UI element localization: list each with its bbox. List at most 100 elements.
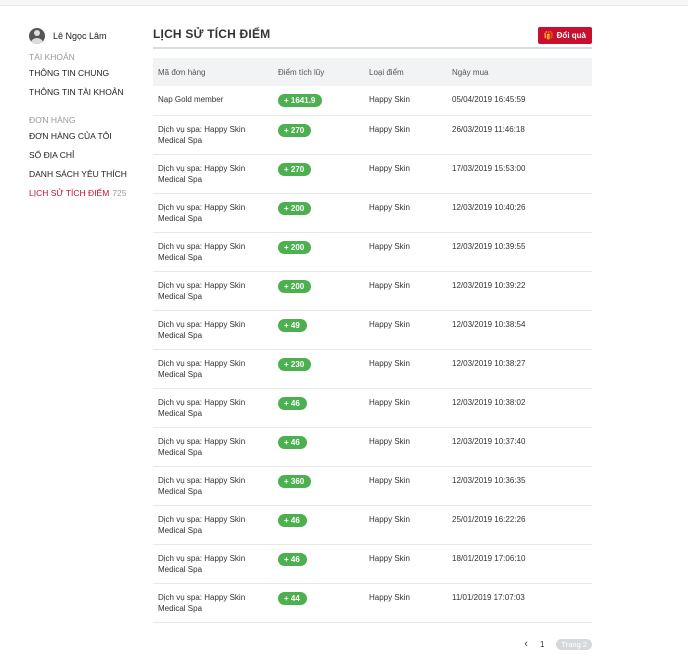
points-badge: + 230 xyxy=(278,357,312,371)
date-cell: 25/01/2019 16:22:26 xyxy=(452,514,526,524)
points-badge: + 49 xyxy=(278,318,307,332)
type-cell: Happy Skin xyxy=(369,202,410,212)
points-cell: + 200 xyxy=(273,271,364,310)
date-cell: 12/03/2019 10:39:22 xyxy=(452,280,526,290)
points-badge: + 200 xyxy=(278,240,312,254)
type-cell: Happy Skin xyxy=(369,553,410,563)
points-history-table: Mã đơn hàng Điểm tích lũy Loại điểm Ngày… xyxy=(153,58,592,623)
date-cell: 12/03/2019 10:36:35 xyxy=(452,475,526,485)
type-cell: Happy Skin xyxy=(369,163,410,173)
order-cell: Dịch vụ spa: Happy Skin Medical Spa xyxy=(158,436,246,457)
sidebar-item-address-book[interactable]: SỔ ĐỊA CHỈ xyxy=(29,146,149,165)
type-cell: Happy Skin xyxy=(369,319,410,329)
type-cell: Happy Skin xyxy=(369,358,410,368)
order-cell: Dịch vụ spa: Happy Skin Medical Spa xyxy=(158,475,246,496)
avatar[interactable] xyxy=(29,28,45,44)
redeem-button-label: Đổi quà xyxy=(556,31,586,40)
points-cell: + 44 xyxy=(273,583,364,622)
page-number-current[interactable]: 1 xyxy=(540,640,544,649)
points-cell: + 200 xyxy=(273,232,364,271)
points-badge: + 270 xyxy=(278,123,312,137)
chevron-left-icon[interactable]: ‹ xyxy=(524,637,528,651)
order-cell: Dịch vụ spa: Happy Skin Medical Spa xyxy=(158,280,246,301)
order-cell: Dịch vụ spa: Happy Skin Medical Spa xyxy=(158,124,246,145)
order-cell: Dịch vụ spa: Happy Skin Medical Spa xyxy=(158,319,246,340)
order-cell: Dịch vụ spa: Happy Skin Medical Spa xyxy=(158,202,246,223)
page-title: LỊCH SỬ TÍCH ĐIỂM xyxy=(153,27,271,41)
account-sidebar: Lê Ngọc Lâm TÀI KHOẢN THÔNG TIN CHUNG TH… xyxy=(29,27,149,203)
table-row: Dịch vụ spa: Happy Skin Medical Spa + 360… xyxy=(153,466,592,505)
type-cell: Happy Skin xyxy=(369,397,410,407)
date-cell: 26/03/2019 11:46:18 xyxy=(452,124,525,134)
type-cell: Happy Skin xyxy=(369,592,410,602)
points-badge: + 46 xyxy=(278,513,307,527)
date-cell: 11/01/2019 17:07:03 xyxy=(452,592,525,602)
type-cell: Happy Skin xyxy=(369,95,410,104)
type-cell: Happy Skin xyxy=(369,241,410,251)
sidebar-item-points-history[interactable]: LỊCH SỬ TÍCH ĐIỂM 725 xyxy=(29,184,149,203)
sidebar-item-my-orders[interactable]: ĐƠN HÀNG CỦA TÔI xyxy=(29,127,149,146)
points-cell: + 360 xyxy=(273,466,364,505)
date-cell: 12/03/2019 10:40:26 xyxy=(452,202,526,212)
points-cell: + 230 xyxy=(273,349,364,388)
table-row: Dịch vụ spa: Happy Skin Medical Spa + 270… xyxy=(153,154,592,193)
points-cell: + 46 xyxy=(273,544,364,583)
date-cell: 17/03/2019 15:53:00 xyxy=(452,163,526,173)
sidebar-item-general-info[interactable]: THÔNG TIN CHUNG xyxy=(29,64,149,83)
points-badge: + 44 xyxy=(278,591,307,605)
order-cell: Dịch vụ spa: Happy Skin Medical Spa xyxy=(158,514,246,535)
date-cell: 05/04/2019 16:45:59 xyxy=(452,95,526,104)
table-row: Dịch vụ spa: Happy Skin Medical Spa + 230… xyxy=(153,349,592,388)
points-badge: + 200 xyxy=(278,201,312,215)
top-bar xyxy=(0,0,688,6)
type-cell: Happy Skin xyxy=(369,436,410,446)
points-count: 725 xyxy=(112,188,127,198)
sidebar-item-wishlist[interactable]: DANH SÁCH YÊU THÍCH xyxy=(29,165,149,184)
main-content: LỊCH SỬ TÍCH ĐIỂM 🎁 Đổi quà Mã đơn hàng … xyxy=(153,27,592,650)
order-cell: Dịch vụ spa: Happy Skin Medical Spa xyxy=(158,397,246,418)
table-row: Dịch vụ spa: Happy Skin Medical Spa + 49 H… xyxy=(153,310,592,349)
section-title-account: TÀI KHOẢN xyxy=(29,52,75,62)
points-badge: + 1641.9 xyxy=(278,94,323,107)
table-row: Dịch vụ spa: Happy Skin Medical Spa + 44 H… xyxy=(153,583,592,622)
table-row: Dịch vụ spa: Happy Skin Medical Spa + 270… xyxy=(153,115,592,154)
order-cell: Dịch vụ spa: Happy Skin Medical Spa xyxy=(158,553,246,574)
table-row: Dịch vụ spa: Happy Skin Medical Spa + 46 H… xyxy=(153,505,592,544)
points-badge: + 46 xyxy=(278,435,307,449)
points-cell: + 270 xyxy=(273,115,364,154)
type-cell: Happy Skin xyxy=(369,280,410,290)
order-cell: Dịch vụ spa: Happy Skin Medical Spa xyxy=(158,358,246,379)
table-row: Dịch vụ spa: Happy Skin Medical Spa + 46 H… xyxy=(153,427,592,466)
sidebar-item-account-info[interactable]: THÔNG TIN TÀI KHOẢN xyxy=(29,83,149,102)
points-badge: + 200 xyxy=(278,279,312,293)
table-header-row: Mã đơn hàng Điểm tích lũy Loại điểm Ngày… xyxy=(153,58,592,86)
points-cell: + 200 xyxy=(273,193,364,232)
table-row: Dịch vụ spa: Happy Skin Medical Spa + 200… xyxy=(153,271,592,310)
gift-icon: 🎁 xyxy=(543,30,554,40)
user-name: Lê Ngọc Lâm xyxy=(53,31,107,41)
points-cell: + 1641.9 xyxy=(273,86,364,115)
user-info[interactable]: Lê Ngọc Lâm xyxy=(29,27,149,45)
points-badge: + 46 xyxy=(278,552,307,566)
date-cell: 18/01/2019 17:06:10 xyxy=(452,553,526,563)
page-header: LỊCH SỬ TÍCH ĐIỂM 🎁 Đổi quà xyxy=(153,27,592,49)
points-cell: + 46 xyxy=(273,388,364,427)
page-2-button[interactable]: Trang 2 xyxy=(556,638,592,650)
sidebar-item-label: LỊCH SỬ TÍCH ĐIỂM xyxy=(29,188,110,198)
date-cell: 12/03/2019 10:38:02 xyxy=(452,397,526,407)
date-cell: 12/03/2019 10:37:40 xyxy=(452,436,526,446)
points-badge: + 270 xyxy=(278,162,312,176)
column-header-order: Mã đơn hàng xyxy=(158,67,206,77)
column-header-date: Ngày mua xyxy=(452,67,489,77)
table-row: Dịch vụ spa: Happy Skin Medical Spa + 200… xyxy=(153,232,592,271)
order-cell: Dịch vụ spa: Happy Skin Medical Spa xyxy=(158,241,246,262)
points-badge: + 46 xyxy=(278,396,307,410)
table-row: Dịch vụ spa: Happy Skin Medical Spa + 200… xyxy=(153,193,592,232)
points-badge: + 360 xyxy=(278,474,312,488)
date-cell: 12/03/2019 10:38:54 xyxy=(452,319,526,329)
points-cell: + 270 xyxy=(273,154,364,193)
redeem-gift-button[interactable]: 🎁 Đổi quà xyxy=(537,27,592,44)
type-cell: Happy Skin xyxy=(369,475,410,485)
type-cell: Happy Skin xyxy=(369,514,410,524)
order-cell: Dịch vụ spa: Happy Skin Medical Spa xyxy=(158,163,246,184)
